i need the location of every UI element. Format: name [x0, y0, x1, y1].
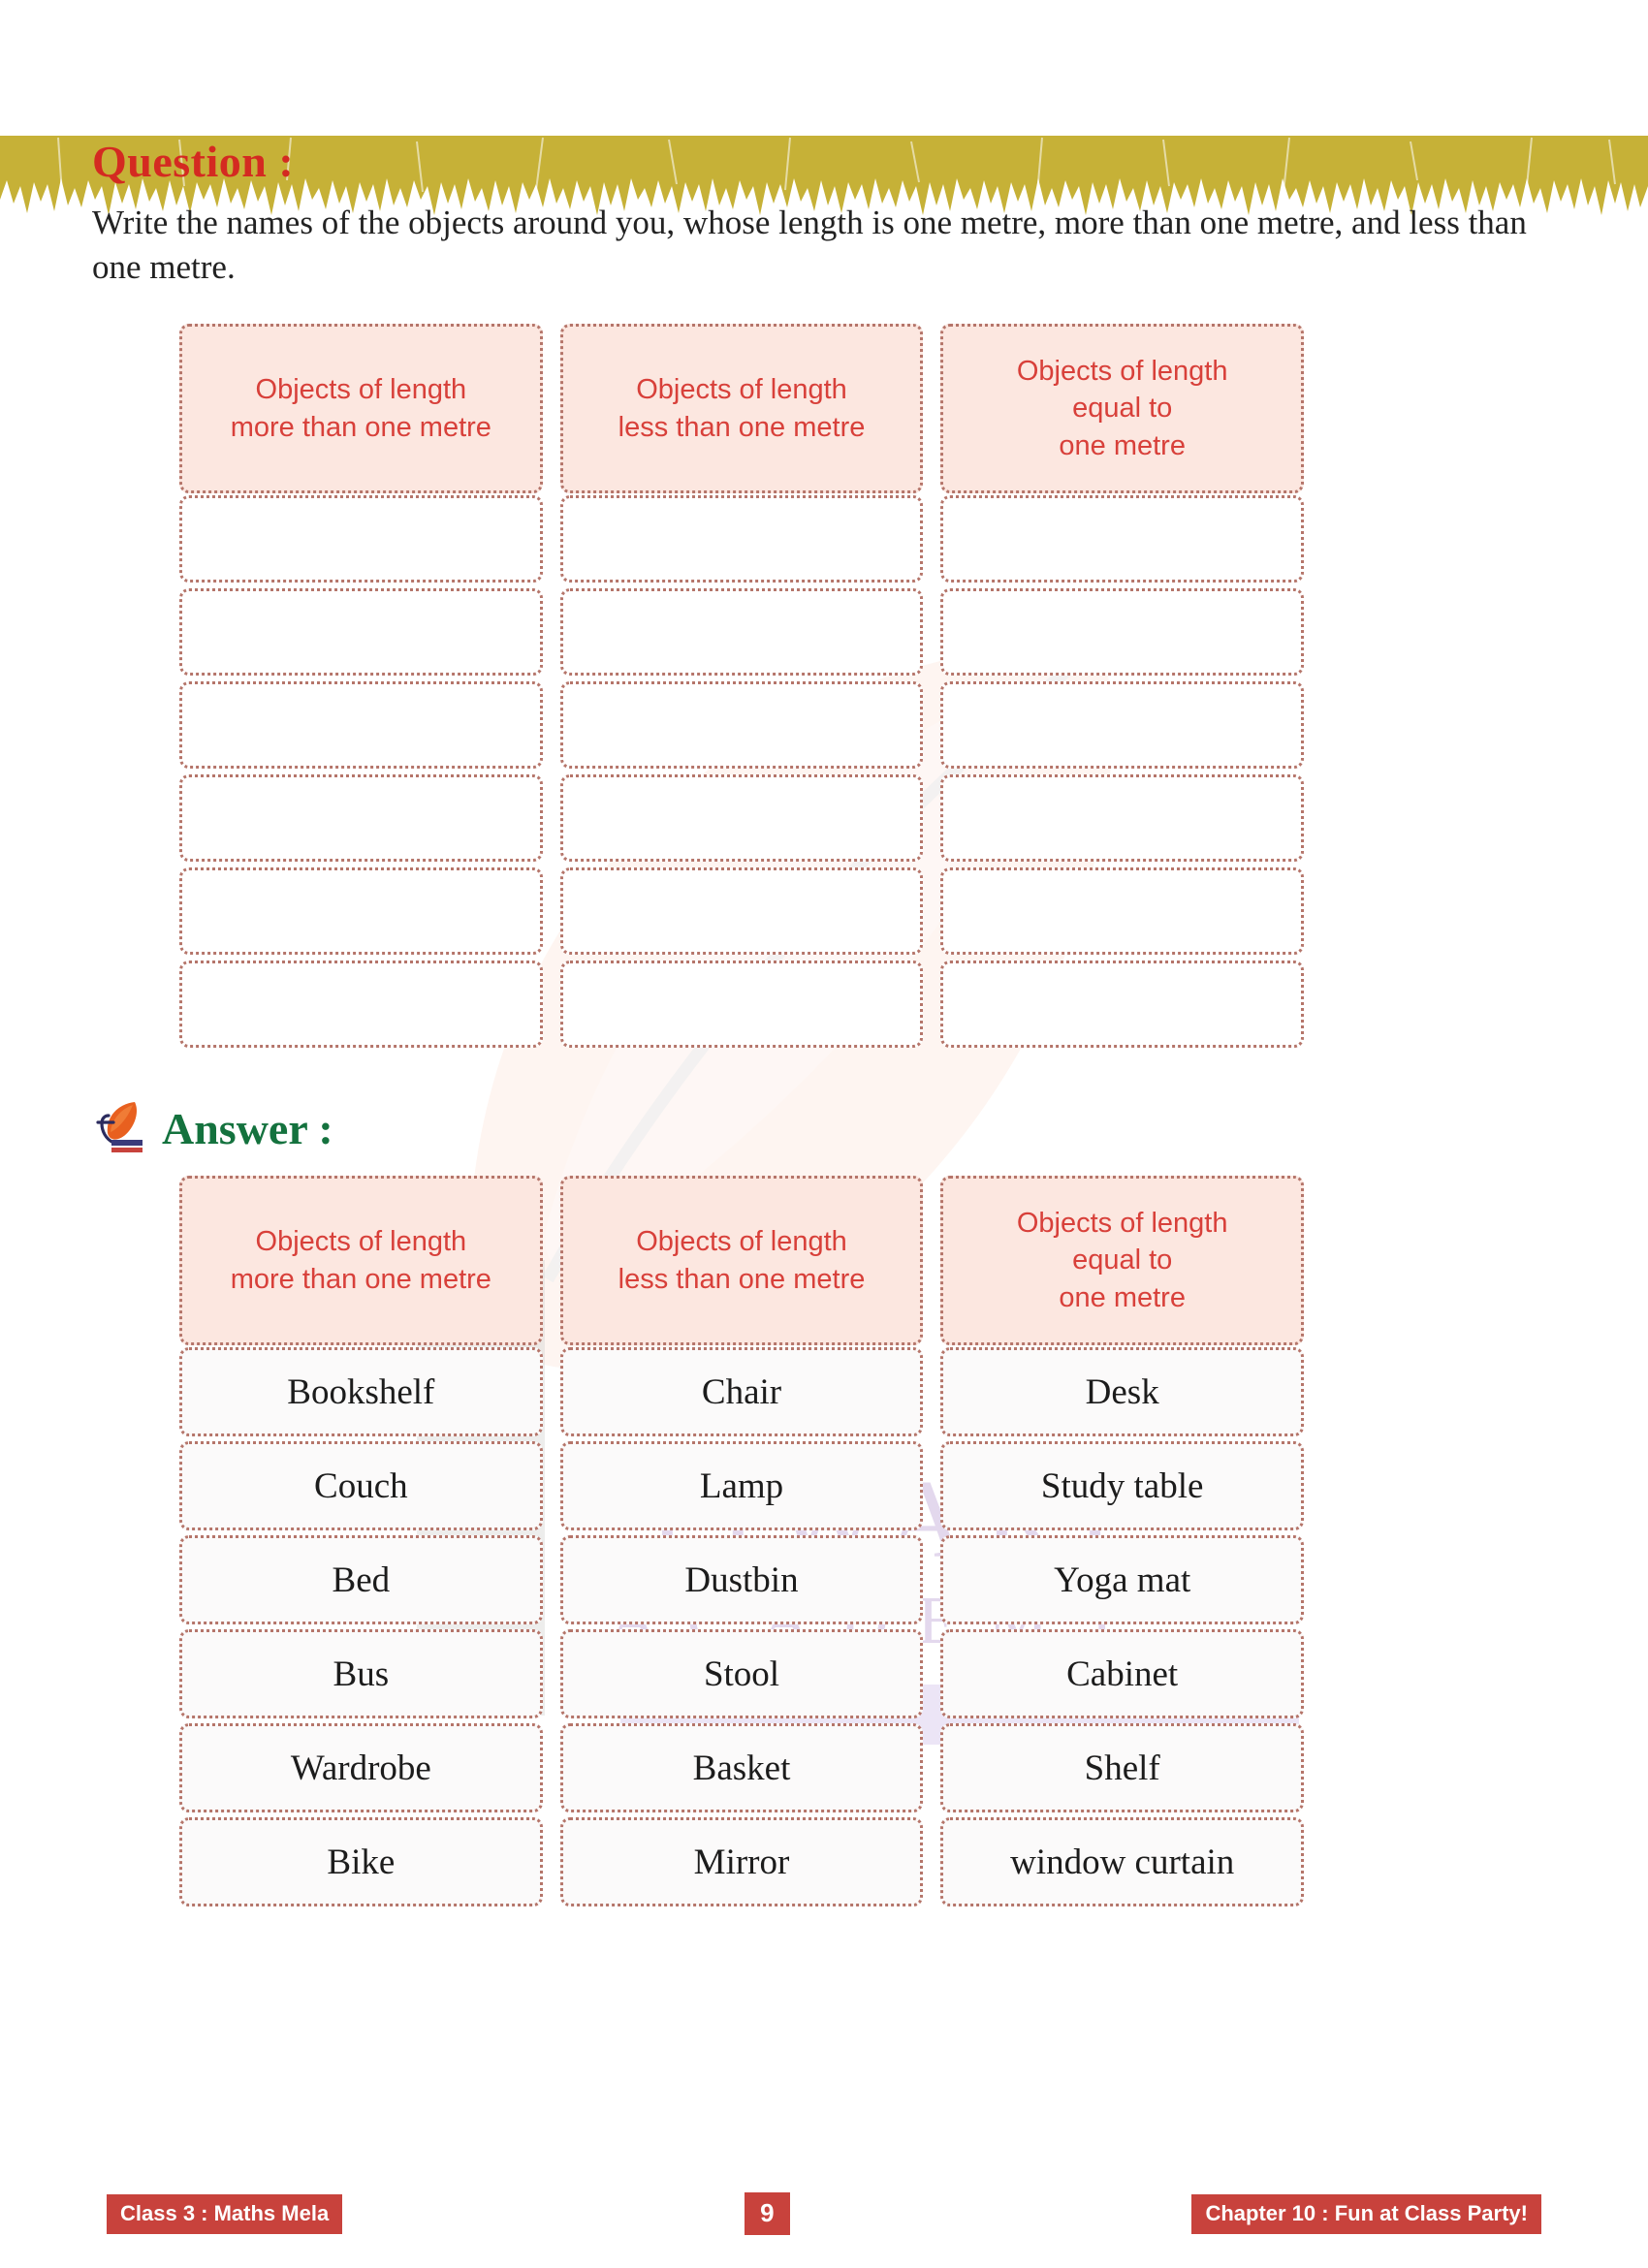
question-blank-row — [179, 772, 1305, 862]
answer-rows: Bookshelf Chair Desk Couch Lamp Study table Be… — [179, 1345, 1305, 1906]
question-header-more-line2: more than one metre — [230, 411, 491, 443]
answer-header-less-line1: Objects of length — [636, 1226, 847, 1258]
question-blank-cell[interactable] — [559, 495, 924, 583]
footer-chapter-badge: Chapter 10 : Fun at Class Party! — [1191, 2193, 1541, 2234]
answer-header-equal-line3: one metre — [1059, 1281, 1186, 1313]
answer-cell: Couch — [179, 1441, 543, 1530]
answer-row: Bed Dustbin Yoga mat — [179, 1533, 1305, 1624]
question-blank-cell[interactable] — [179, 588, 543, 676]
question-column-header-less: Objects of length less than one metre — [559, 324, 924, 493]
question-heading: Question : — [92, 137, 295, 186]
question-blank-cell[interactable] — [559, 774, 924, 862]
question-blank-cell[interactable] — [940, 867, 1305, 955]
question-blank-cell[interactable] — [179, 681, 543, 769]
question-blank-cell[interactable] — [940, 588, 1305, 676]
question-blank-row — [179, 679, 1305, 769]
page-footer: Class 3 : Maths Mela 9 Chapter 10 : Fun … — [0, 2192, 1648, 2235]
question-blank-cell[interactable] — [940, 961, 1305, 1048]
answer-cell: Dustbin — [559, 1535, 924, 1624]
answer-cell: Desk — [940, 1347, 1305, 1436]
answer-header-equal-line2: equal to — [1072, 1244, 1173, 1276]
answer-row: Couch Lamp Study table — [179, 1439, 1305, 1530]
footer-page-number: 9 — [745, 2192, 790, 2235]
answer-column-header-less: Objects of length less than one metre — [559, 1176, 924, 1345]
question-header-less-line2: less than one metre — [618, 411, 866, 443]
answer-cell: Study table — [940, 1441, 1305, 1530]
tiwari-academy-leaf-logo-icon — [92, 1096, 152, 1158]
footer-class-badge: Class 3 : Maths Mela — [107, 2193, 343, 2234]
answer-cell: Wardrobe — [179, 1723, 543, 1812]
question-blank-row — [179, 866, 1305, 955]
answer-row: Bookshelf Chair Desk — [179, 1345, 1305, 1436]
answer-row: Wardrobe Basket Shelf — [179, 1721, 1305, 1812]
answer-cell: Basket — [559, 1723, 924, 1812]
answer-cell: Bed — [179, 1535, 543, 1624]
question-blank-cell[interactable] — [179, 867, 543, 955]
question-blank-cell[interactable] — [179, 495, 543, 583]
question-blank-cell[interactable] — [559, 961, 924, 1048]
question-blank-rows — [179, 493, 1305, 1048]
answer-header-less-line2: less than one metre — [618, 1263, 866, 1295]
answer-cell: Bookshelf — [179, 1347, 543, 1436]
answer-row: Bike Mirror window curtain — [179, 1815, 1305, 1906]
question-header-equal-line1: Objects of length — [1016, 356, 1228, 388]
question-blank-row — [179, 493, 1305, 583]
question-blank-cell[interactable] — [559, 867, 924, 955]
answer-cell: Yoga mat — [940, 1535, 1305, 1624]
question-header-equal-line2: equal to — [1072, 393, 1173, 425]
question-blank-cell[interactable] — [179, 961, 543, 1048]
question-blank-cell[interactable] — [940, 495, 1305, 583]
answer-cell: Mirror — [559, 1817, 924, 1906]
question-column-header-more: Objects of length more than one metre — [179, 324, 543, 493]
answer-column-header-equal: Objects of length equal to one metre — [940, 1176, 1305, 1345]
page-content: Question : Write the names of the object… — [0, 136, 1648, 1906]
answer-cell: Bus — [179, 1629, 543, 1718]
answer-cell: Lamp — [559, 1441, 924, 1530]
question-blank-cell[interactable] — [940, 774, 1305, 862]
answer-table-header-row: Objects of length more than one metre Ob… — [179, 1176, 1305, 1345]
answer-cell: Shelf — [940, 1723, 1305, 1812]
question-header-equal-line3: one metre — [1059, 429, 1186, 461]
answer-cell: Bike — [179, 1817, 543, 1906]
answer-cell: Cabinet — [940, 1629, 1305, 1718]
answer-column-header-more: Objects of length more than one metre — [179, 1176, 543, 1345]
answer-heading-group: Answer : — [92, 1092, 1556, 1154]
answer-cell: window curtain — [940, 1817, 1305, 1906]
question-column-header-equal: Objects of length equal to one metre — [940, 324, 1305, 493]
answer-cell: Stool — [559, 1629, 924, 1718]
answer-row: Bus Stool Cabinet — [179, 1627, 1305, 1718]
answer-header-more-line1: Objects of length — [255, 1226, 467, 1258]
answer-header-more-line2: more than one metre — [230, 1263, 491, 1295]
question-text: Write the names of the objects around yo… — [92, 204, 1527, 286]
question-blank-row — [179, 959, 1305, 1048]
answer-table: Objects of length more than one metre Ob… — [179, 1176, 1305, 1906]
question-table: Objects of length more than one metre Ob… — [179, 324, 1305, 1048]
question-table-header-row: Objects of length more than one metre Ob… — [179, 324, 1305, 493]
question-blank-cell[interactable] — [179, 774, 543, 862]
question-blank-row — [179, 586, 1305, 676]
answer-heading: Answer : — [162, 1104, 333, 1153]
question-blank-cell[interactable] — [559, 588, 924, 676]
question-header-less-line1: Objects of length — [636, 374, 847, 406]
answer-cell: Chair — [559, 1347, 924, 1436]
answer-header-equal-line1: Objects of length — [1016, 1208, 1228, 1240]
question-blank-cell[interactable] — [559, 681, 924, 769]
question-header-more-line1: Objects of length — [255, 374, 467, 406]
question-blank-cell[interactable] — [940, 681, 1305, 769]
